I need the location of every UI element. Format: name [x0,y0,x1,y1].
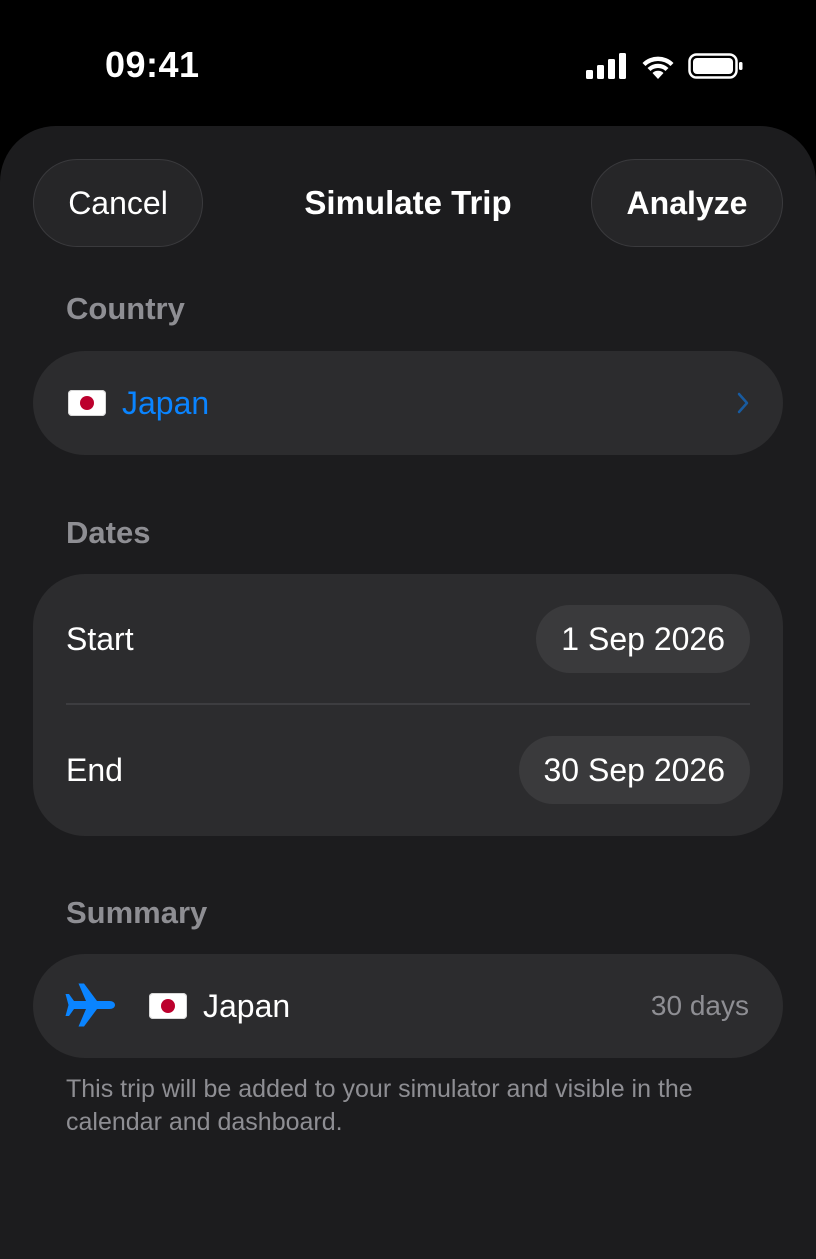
end-date-row: End 30 Sep 2026 [33,705,783,835]
wifi-icon [642,56,674,79]
end-date-picker[interactable]: 30 Sep 2026 [518,736,750,804]
country-row: Japan [68,351,209,455]
airplane-icon [65,983,115,1027]
start-date-label: Start [66,620,134,657]
japan-flag-icon [149,993,187,1019]
summary-footnote: This trip will be added to your simulato… [66,1075,693,1136]
summary-duration: 30 days [650,990,749,1021]
summary-section-label: Summary [66,895,208,930]
analyze-button[interactable]: Analyze [591,159,783,247]
country-picker[interactable]: Japan [33,351,783,455]
status-time: 09:41 [105,44,200,85]
trip-sheet: Cancel Simulate Trip Analyze Country Jap… [0,126,816,1259]
summary-card: Japan 30 days [33,954,783,1058]
start-date-row: Start 1 Sep 2026 [33,574,783,704]
chevron-right-icon [737,392,749,414]
country-value: Japan [122,384,210,421]
battery-icon [688,52,743,79]
summary-row: Japan [149,954,290,1058]
end-date-label: End [66,751,123,788]
country-section-label: Country [66,291,185,326]
summary-country: Japan [203,987,291,1024]
status-bar: 09:41 [0,0,816,126]
dates-section-label: Dates [66,515,151,550]
dates-card: Start 1 Sep 2026 End 30 Sep 2026 [33,574,783,836]
cellular-signal-icon [586,52,626,79]
start-date-picker[interactable]: 1 Sep 2026 [536,605,750,673]
status-icons [586,52,744,79]
japan-flag-icon [68,390,106,416]
